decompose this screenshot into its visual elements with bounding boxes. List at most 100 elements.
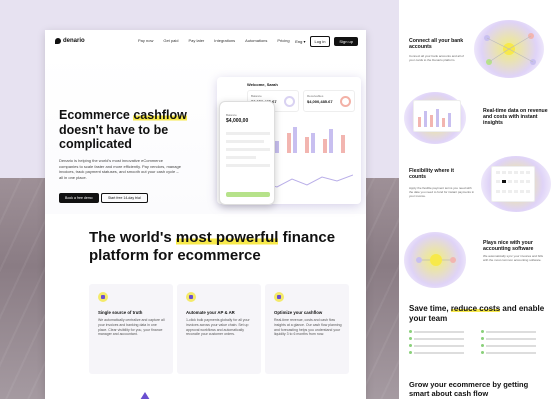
mini-bar: [424, 111, 427, 127]
feature-card-cashflow: Optimize your cashflow Real-time revenue…: [265, 284, 349, 374]
signup-button[interactable]: Sign up: [334, 37, 358, 46]
receivables-value: $4,000,485.67: [307, 99, 333, 104]
calendar-day[interactable]: [508, 189, 512, 193]
brand-name: denario: [63, 38, 85, 44]
feature-title: Automate your AP & AR: [186, 310, 235, 315]
receivables-label: Receivables: [307, 94, 324, 98]
trial-button[interactable]: Start free 14-day trial: [101, 193, 148, 203]
feature-card-automate: Automate your AP & AR 1-click bulk payme…: [177, 284, 261, 374]
check-item: [481, 344, 536, 347]
nav-link-pricing[interactable]: Pricing: [277, 38, 289, 43]
calendar-day[interactable]: [508, 171, 512, 174]
check-line: [414, 337, 464, 340]
hero-title-part: Ecommerce: [59, 108, 134, 122]
triangle-icon: [140, 392, 150, 399]
nav-link-pay-now[interactable]: Pay now: [138, 38, 153, 43]
calendar-day[interactable]: [526, 189, 530, 193]
mini-bar: [442, 118, 445, 127]
feature-title: Single source of truth: [98, 310, 143, 315]
mini-bar: [430, 115, 433, 127]
block-title: Real-time data on revenue and costs with…: [483, 108, 548, 127]
brand-logo[interactable]: denario: [55, 38, 85, 44]
receivables-ring-icon: [340, 96, 351, 107]
check-line: [486, 351, 536, 354]
nav-link-integrations[interactable]: Integrations: [214, 38, 235, 43]
nav-link-pay-later[interactable]: Pay later: [188, 38, 204, 43]
calendar-day[interactable]: [502, 189, 506, 193]
phone-balance-value: $4,000,00: [226, 118, 249, 124]
hero-body: Denario is helping the world's most inno…: [59, 158, 181, 180]
calendar-day[interactable]: [496, 171, 500, 174]
chart-bar: [293, 127, 297, 153]
mini-chart-card: [413, 100, 461, 132]
document-icon: [186, 292, 196, 302]
calendar-day[interactable]: [520, 180, 524, 184]
check-icon: [409, 337, 412, 340]
check-item: [481, 351, 536, 354]
right-column: Connect all your bank accounts Connect a…: [399, 0, 555, 399]
dashboard-welcome: Welcome, Sarah: [247, 82, 278, 87]
check-icon: [481, 330, 484, 333]
calendar-day[interactable]: [514, 189, 518, 193]
feature-title: Optimize your cashflow: [274, 310, 323, 315]
logo-icon: [55, 38, 61, 44]
nav-link-get-paid[interactable]: Get paid: [163, 38, 178, 43]
check-line: [486, 337, 536, 340]
block-title: Plays nice with your accounting software: [483, 240, 534, 253]
calendar-day[interactable]: [496, 180, 500, 184]
check-icon: [409, 330, 412, 333]
nav-actions: Eng ▾ Log in Sign up: [295, 36, 358, 47]
calendar-day[interactable]: [520, 171, 524, 174]
grow-title: Grow your ecommerce by getting smart abo…: [409, 380, 529, 398]
language-select[interactable]: Eng ▾: [295, 39, 305, 44]
phone-row: [226, 148, 270, 151]
check-icon: [481, 344, 484, 347]
check-icon: [409, 351, 412, 354]
check-item: [409, 337, 464, 340]
login-button[interactable]: Log in: [309, 36, 331, 47]
block-title: Flexibility where it counts: [409, 168, 454, 181]
save-title-part: Save time,: [409, 304, 451, 313]
check-item: [409, 351, 464, 354]
save-title-highlight: reduce costs: [450, 304, 501, 313]
check-item: [481, 337, 536, 340]
hero-title-part: doesn't have to be complicated: [59, 122, 169, 152]
calendar-day-selected[interactable]: [502, 180, 506, 184]
balance-ring-icon: [284, 96, 295, 107]
calendar-day[interactable]: [496, 189, 500, 193]
chart-bar: [275, 141, 279, 153]
nav-links: Pay now Get paid Pay later Integrations …: [138, 38, 290, 43]
demo-button[interactable]: Book a free demo: [59, 193, 99, 203]
mini-bar: [448, 113, 451, 127]
calendar-day[interactable]: [514, 171, 518, 174]
calendar-widget: [491, 166, 535, 202]
phone-row: [226, 140, 264, 143]
check-item: [409, 344, 464, 347]
calendar-day[interactable]: [508, 180, 512, 184]
feature-body: Real-time revenue, costs and cash flow i…: [274, 318, 342, 337]
network-illustration: [484, 33, 536, 65]
receivables-card: Receivables $4,000,485.67: [303, 90, 355, 112]
calendar-day[interactable]: [502, 171, 506, 174]
section-title-highlight: most powerful: [175, 229, 279, 246]
check-line: [486, 330, 536, 333]
chart-bar: [329, 129, 333, 153]
balance-label: Balance: [251, 94, 262, 98]
feature-body: We automatically centralize and capture …: [98, 318, 165, 337]
mini-bar: [436, 109, 439, 127]
chart-bar: [341, 135, 345, 153]
phone-row: [226, 132, 270, 135]
phone-row: [226, 156, 256, 159]
check-icon: [481, 337, 484, 340]
language-label: Eng: [295, 39, 303, 44]
phone-mockup: Balance $4,000,00: [219, 101, 275, 205]
chart-bar: [323, 139, 327, 153]
check-line: [414, 344, 464, 347]
phone-pay-button[interactable]: [226, 192, 270, 197]
calendar-day[interactable]: [520, 189, 524, 193]
calendar-day[interactable]: [526, 171, 530, 174]
calendar-day[interactable]: [526, 180, 530, 184]
block-body: We automatically sync your invoices and …: [483, 254, 543, 262]
calendar-day[interactable]: [514, 180, 518, 184]
nav-link-automations[interactable]: Automations: [245, 38, 267, 43]
